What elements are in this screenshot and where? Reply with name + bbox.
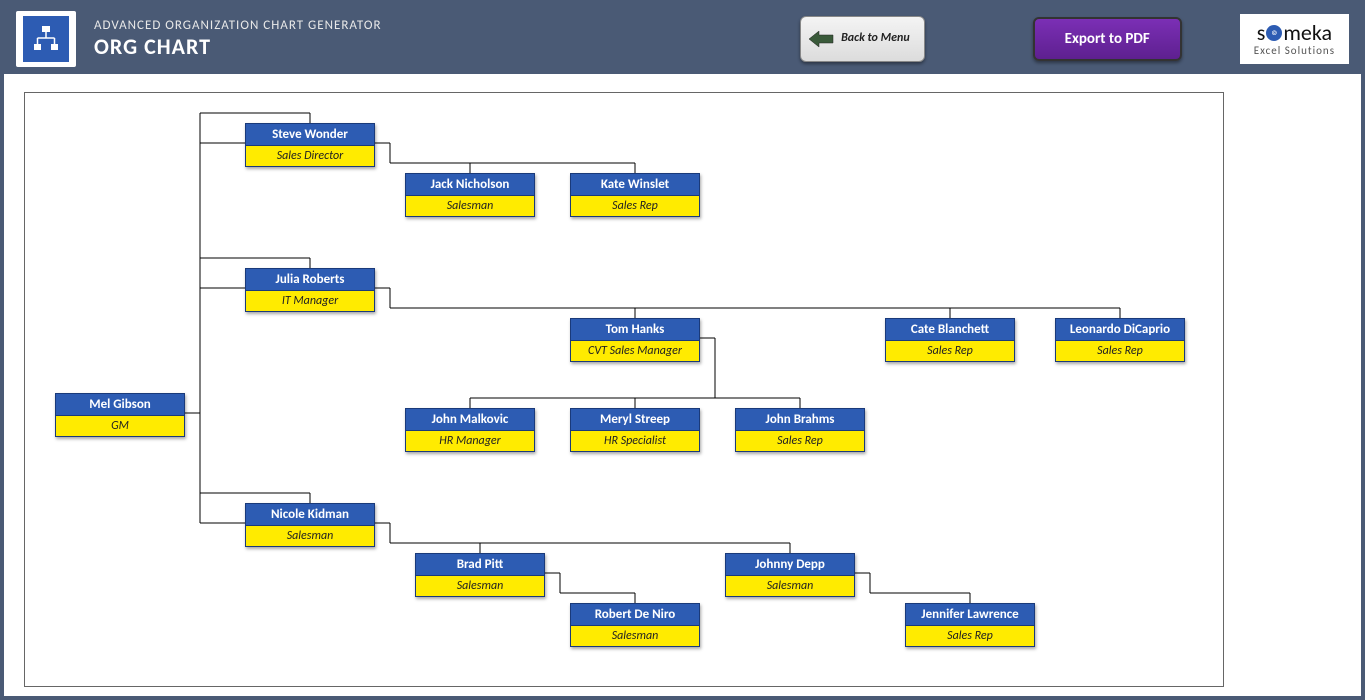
node-name: Robert De Niro (570, 603, 700, 626)
app-logo (16, 11, 76, 67)
app-header: ADVANCED ORGANIZATION CHART GENERATOR OR… (4, 4, 1361, 74)
node-role: Salesman (415, 576, 545, 597)
node-name: John Malkovic (405, 408, 535, 431)
node-role: Salesman (245, 526, 375, 547)
org-node-johnm[interactable]: John MalkovicHR Manager (405, 408, 535, 452)
node-name: Kate Winslet (570, 173, 700, 196)
node-name: Johnny Depp (725, 553, 855, 576)
node-name: Jack Nicholson (405, 173, 535, 196)
node-role: GM (55, 416, 185, 437)
node-role: HR Specialist (570, 431, 700, 452)
export-button-label: Export to PDF (1065, 30, 1150, 48)
title-block: ADVANCED ORGANIZATION CHART GENERATOR OR… (94, 18, 382, 60)
org-node-johnny[interactable]: Johnny DeppSalesman (725, 553, 855, 597)
node-role: Sales Rep (570, 196, 700, 217)
org-chart-icon (31, 24, 61, 54)
node-name: Brad Pitt (415, 553, 545, 576)
node-name: Julia Roberts (245, 268, 375, 291)
node-name: Mel Gibson (55, 393, 185, 416)
brand-tagline: Excel Solutions (1254, 44, 1335, 57)
node-role: Sales Rep (735, 431, 865, 452)
org-node-brad[interactable]: Brad PittSalesman (415, 553, 545, 597)
org-node-tom[interactable]: Tom HanksCVT Sales Manager (570, 318, 700, 362)
node-role: CVT Sales Manager (570, 341, 700, 362)
brand-logo: s๏meka Excel Solutions (1240, 14, 1349, 64)
node-name: Tom Hanks (570, 318, 700, 341)
back-button-label: Back to Menu (841, 32, 910, 45)
back-to-menu-button[interactable]: Back to Menu (800, 16, 925, 62)
node-role: Sales Director (245, 146, 375, 167)
org-node-nicole[interactable]: Nicole KidmanSalesman (245, 503, 375, 547)
node-name: Cate Blanchett (885, 318, 1015, 341)
back-arrow-icon (807, 29, 835, 49)
node-role: Sales Rep (905, 626, 1035, 647)
node-name: John Brahms (735, 408, 865, 431)
org-node-steve[interactable]: Steve WonderSales Director (245, 123, 375, 167)
page-title: ORG CHART (94, 33, 382, 60)
org-node-julia[interactable]: Julia RobertsIT Manager (245, 268, 375, 312)
node-name: Meryl Streep (570, 408, 700, 431)
org-node-cate[interactable]: Cate BlanchettSales Rep (885, 318, 1015, 362)
export-pdf-button[interactable]: Export to PDF (1033, 17, 1182, 61)
org-chart-canvas: Mel GibsonGM Steve WonderSales Director Ja… (24, 92, 1224, 687)
org-node-meryl[interactable]: Meryl StreepHR Specialist (570, 408, 700, 452)
node-role: HR Manager (405, 431, 535, 452)
node-role: Salesman (725, 576, 855, 597)
node-role: Sales Rep (885, 341, 1015, 362)
node-role: Sales Rep (1055, 341, 1185, 362)
node-role: Salesman (405, 196, 535, 217)
node-name: Leonardo DiCaprio (1055, 318, 1185, 341)
org-node-robert[interactable]: Robert De NiroSalesman (570, 603, 700, 647)
node-name: Steve Wonder (245, 123, 375, 146)
org-node-jennifer[interactable]: Jennifer LawrenceSales Rep (905, 603, 1035, 647)
org-node-johnb[interactable]: John BrahmsSales Rep (735, 408, 865, 452)
org-node-mel[interactable]: Mel GibsonGM (55, 393, 185, 437)
org-node-jack[interactable]: Jack NicholsonSalesman (405, 173, 535, 217)
node-name: Nicole Kidman (245, 503, 375, 526)
node-name: Jennifer Lawrence (905, 603, 1035, 626)
org-node-kate[interactable]: Kate WinsletSales Rep (570, 173, 700, 217)
app-subtitle: ADVANCED ORGANIZATION CHART GENERATOR (94, 18, 382, 33)
node-role: IT Manager (245, 291, 375, 312)
org-node-leo[interactable]: Leonardo DiCaprioSales Rep (1055, 318, 1185, 362)
node-role: Salesman (570, 626, 700, 647)
